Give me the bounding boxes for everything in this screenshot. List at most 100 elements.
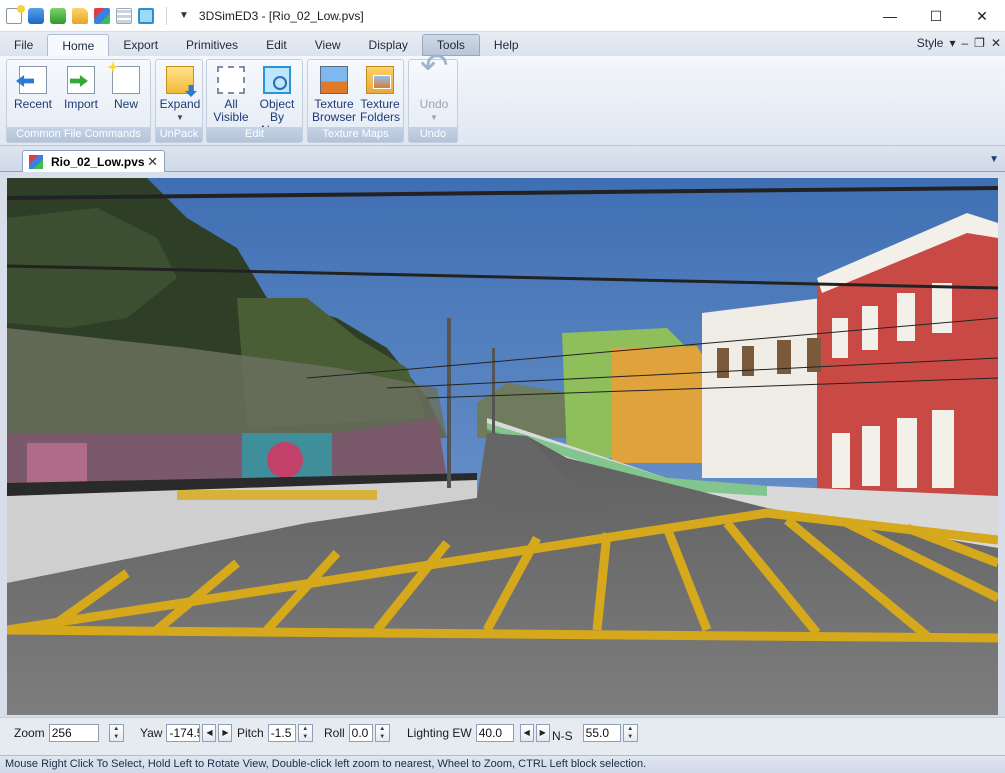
- tab-home[interactable]: Home: [47, 34, 110, 56]
- import-label: Import: [63, 97, 98, 111]
- orange-building: [612, 346, 707, 463]
- tab-help[interactable]: Help: [480, 34, 533, 56]
- recent-button[interactable]: Recent: [13, 62, 53, 111]
- tab-file[interactable]: File: [0, 34, 47, 56]
- spin-down-icon[interactable]: ▼: [299, 733, 312, 741]
- spin-up-icon[interactable]: ▲: [299, 725, 312, 733]
- style-dropdown[interactable]: Style: [917, 36, 944, 50]
- customize-toolbar-arrow-icon[interactable]: ▼: [179, 10, 189, 21]
- ns-control: N-S 55.0 ▲ ▼: [552, 722, 638, 744]
- expand-dropdown-arrow-icon[interactable]: ▼: [158, 111, 202, 124]
- recent-icon: [19, 66, 47, 94]
- all-visible-label-2: Visible: [213, 110, 249, 124]
- open-folder-icon[interactable]: [72, 7, 88, 24]
- recent-label: Recent: [13, 97, 53, 111]
- spin-up-icon[interactable]: ▲: [376, 725, 389, 733]
- close-button[interactable]: ✕: [959, 0, 1005, 32]
- tab-display[interactable]: Display: [355, 34, 422, 56]
- model-cube-icon[interactable]: [94, 7, 110, 24]
- status-bar: Mouse Right Click To Select, Hold Left t…: [0, 755, 1005, 773]
- undo-dropdown-arrow-icon[interactable]: ▼: [412, 111, 456, 124]
- import-icon: [67, 66, 95, 94]
- minimize-button[interactable]: —: [867, 0, 913, 32]
- maximize-button[interactable]: ☐: [913, 0, 959, 32]
- ns-spinner[interactable]: ▲ ▼: [622, 724, 638, 742]
- tab-edit[interactable]: Edit: [252, 34, 301, 56]
- undo-label: Undo: [419, 97, 449, 111]
- tab-view[interactable]: View: [301, 34, 355, 56]
- back-arrow-icon[interactable]: [28, 7, 44, 24]
- group-common-file-commands: Recent Import New Common File Commands: [6, 59, 151, 143]
- quick-access-toolbar: ▼: [6, 4, 199, 25]
- scene-render: [7, 178, 998, 715]
- new-button[interactable]: New: [109, 62, 143, 111]
- yaw-left-arrow-icon[interactable]: ◀: [202, 724, 217, 742]
- expand-label: Expand: [159, 97, 201, 111]
- zoom-spinner[interactable]: ▲ ▼: [108, 724, 124, 742]
- window-controls: — ☐ ✕: [867, 0, 1005, 32]
- yaw-control: Yaw -174.5 ◀ ▶: [140, 722, 233, 744]
- undo-icon: [420, 60, 449, 94]
- forward-arrow-icon[interactable]: [50, 7, 66, 24]
- pitch-spinner[interactable]: ▲ ▼: [297, 724, 313, 742]
- document-tab-bar: Rio_02_Low.pvs ✕ ▼: [0, 146, 1005, 172]
- object-by-name-button[interactable]: Object By Name: [253, 62, 301, 137]
- yellow-strip: [177, 490, 377, 500]
- document-tab-label: Rio_02_Low.pvs: [51, 154, 145, 169]
- spin-down-icon[interactable]: ▼: [110, 733, 123, 741]
- spin-down-icon[interactable]: ▼: [624, 733, 637, 741]
- expand-button[interactable]: Expand ▼: [158, 62, 202, 124]
- import-button[interactable]: Import: [59, 62, 103, 111]
- expand-icon: [166, 66, 194, 94]
- grid-icon[interactable]: [116, 7, 132, 24]
- 3d-viewport[interactable]: [7, 178, 998, 715]
- roll-input[interactable]: 0.0: [348, 724, 373, 742]
- zoom-input[interactable]: 256: [48, 724, 99, 742]
- ribbon-tab-bar: File Home Export Primitives Edit View Di…: [0, 32, 1005, 56]
- all-visible-button[interactable]: All Visible: [211, 62, 251, 124]
- lighting-ew-input[interactable]: 40.0: [475, 724, 514, 742]
- yaw-right-arrow-icon[interactable]: ▶: [218, 724, 233, 742]
- texture-browser-icon: [320, 66, 348, 94]
- texture-folders-label-2: Folders: [359, 110, 400, 124]
- yaw-input[interactable]: -174.5: [166, 724, 201, 742]
- ns-input[interactable]: 55.0: [582, 724, 621, 742]
- spin-up-icon[interactable]: ▲: [624, 725, 637, 733]
- group-texture-maps: Texture Browser Texture Folders Texture …: [307, 59, 404, 143]
- all-visible-icon: [217, 66, 245, 94]
- group-label-unpack: UnPack: [156, 127, 202, 142]
- new-file-icon[interactable]: [6, 4, 25, 24]
- group-undo: Undo ▼ Undo: [408, 59, 458, 143]
- tab-primitives[interactable]: Primitives: [172, 34, 252, 56]
- roll-spinner[interactable]: ▲ ▼: [374, 724, 390, 742]
- tab-export[interactable]: Export: [109, 34, 172, 56]
- undo-button[interactable]: Undo ▼: [412, 60, 456, 124]
- mdi-minimize-button[interactable]: –: [961, 36, 968, 50]
- mdi-restore-button[interactable]: ❐: [974, 36, 985, 50]
- zoom-label: Zoom: [14, 726, 45, 740]
- lighting-left-arrow-icon[interactable]: ◀: [519, 724, 534, 742]
- mdi-close-button[interactable]: ✕: [991, 36, 1001, 50]
- view-controls-bar: Zoom 256 ▲ ▼ Yaw -174.5 ◀ ▶ Pitch -1.5 ▲ ▼…: [0, 717, 1005, 755]
- tab-list-dropdown-icon[interactable]: ▼: [989, 154, 999, 165]
- spin-up-icon[interactable]: ▲: [110, 725, 123, 733]
- pitch-label: Pitch: [237, 726, 264, 740]
- viewport-frame: [0, 172, 1005, 717]
- style-dropdown-arrow-icon[interactable]: ▾: [949, 36, 955, 50]
- group-label-undo: Undo: [409, 127, 457, 142]
- pitch-control: Pitch -1.5 ▲ ▼: [237, 722, 313, 744]
- yaw-label: Yaw: [140, 726, 163, 740]
- group-label-edit: Edit: [207, 127, 302, 142]
- texture-browser-label-2: Browser: [311, 110, 356, 124]
- document-tab[interactable]: Rio_02_Low.pvs ✕: [22, 150, 165, 172]
- texture-folders-button[interactable]: Texture Folders: [357, 62, 403, 124]
- lighting-right-arrow-icon[interactable]: ▶: [535, 724, 550, 742]
- ribbon: Recent Import New Common File Commands E…: [0, 56, 1005, 146]
- spin-down-icon[interactable]: ▼: [376, 733, 389, 741]
- pitch-input[interactable]: -1.5: [267, 724, 296, 742]
- texture-browser-button[interactable]: Texture Browser: [311, 62, 357, 124]
- select-icon[interactable]: [138, 7, 154, 24]
- group-edit: All Visible Object By Name Edit: [206, 59, 303, 143]
- document-tab-close-icon[interactable]: ✕: [147, 154, 158, 170]
- utility-pole: [447, 318, 451, 488]
